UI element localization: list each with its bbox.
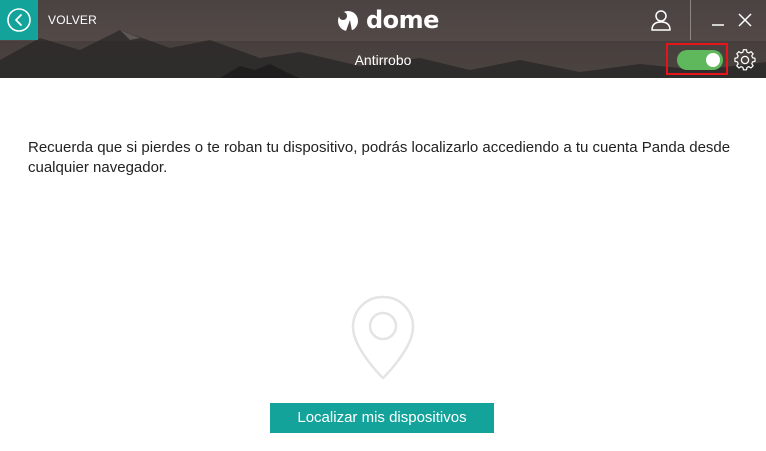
back-label[interactable]: VOLVER (48, 13, 97, 27)
panda-logo-icon (338, 11, 358, 31)
minimize-button[interactable] (708, 10, 728, 30)
logo-text: dome (366, 6, 439, 34)
panda-dome-logo: dome (336, 6, 439, 34)
close-button[interactable] (735, 10, 755, 30)
antitheft-toggle[interactable] (677, 50, 723, 70)
header-divider (690, 0, 691, 40)
gear-icon (734, 49, 756, 71)
back-button[interactable] (0, 0, 38, 40)
minimize-icon (712, 24, 724, 26)
toggle-knob (706, 53, 720, 67)
user-icon (651, 10, 671, 31)
app-window: VOLVER dome Antirrobo Recuerda que si pi… (0, 0, 766, 451)
page-title: Antirrobo (354, 52, 412, 68)
header-bar: VOLVER dome Antirrobo (0, 0, 766, 78)
antitheft-description: Recuerda que si pierdes o te roban tu di… (28, 139, 731, 176)
close-icon (738, 13, 752, 27)
chevron-left-icon (7, 8, 31, 32)
locate-devices-button[interactable]: Localizar mis dispositivos (270, 403, 494, 433)
user-account-button[interactable] (647, 6, 675, 34)
settings-button[interactable] (733, 48, 757, 72)
location-pin-icon (351, 295, 415, 380)
